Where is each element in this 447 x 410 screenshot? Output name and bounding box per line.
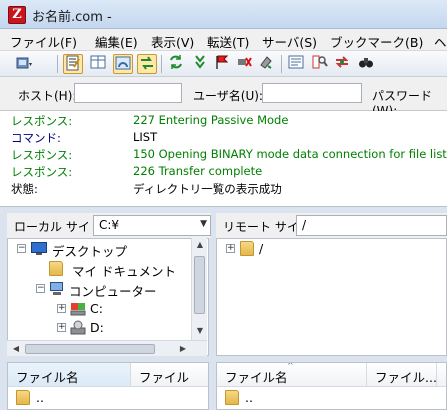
local-directory-tree[interactable]: − デスクトップ マイ ドキュメント − コンピューター + C: + D: <box>7 238 209 356</box>
column-header-filename[interactable]: ファイル名 <box>8 363 131 387</box>
scroll-thumb[interactable] <box>25 344 155 354</box>
toggle-transfer-queue-icon[interactable] <box>137 54 157 74</box>
folder-icon <box>240 241 254 256</box>
quickconnect-bar: ホスト(H): ユーザ名(U): パスワード(W): <box>0 77 447 118</box>
chevron-down-icon[interactable]: ▼ <box>200 219 207 229</box>
message-log[interactable]: レスポンス: 227 Entering Passive Mode コマンド: L… <box>0 111 447 207</box>
synchronized-browsing-icon[interactable] <box>332 54 352 74</box>
log-message: ディレクトリ一覧の表示成功 <box>133 182 282 196</box>
log-type: レスポンス: <box>11 165 73 179</box>
host-label: ホスト(H): <box>18 89 77 103</box>
reconnect-icon[interactable] <box>256 54 276 74</box>
host-input[interactable] <box>74 83 182 103</box>
drive-icon <box>70 301 86 316</box>
directory-listing-filters-icon[interactable] <box>286 54 306 74</box>
scroll-thumb[interactable] <box>194 256 205 314</box>
collapse-icon[interactable]: − <box>17 244 26 253</box>
scroll-right-icon[interactable]: ▶ <box>175 344 191 353</box>
filezilla-app-icon[interactable]: Z <box>8 6 26 24</box>
tree-label: D: <box>90 320 104 335</box>
computer-icon <box>49 281 65 296</box>
tree-label: デスクトップ <box>52 244 128 259</box>
scroll-down-icon[interactable]: ▼ <box>192 326 208 335</box>
menu-file[interactable]: ファイル(F) <box>10 32 77 51</box>
toggle-message-log-icon[interactable] <box>63 54 83 74</box>
menu-edit[interactable]: 編集(E) <box>95 32 138 51</box>
tree-node-drive-c[interactable]: + C: <box>57 300 177 318</box>
search-remote-files-icon[interactable] <box>356 54 376 74</box>
refresh-icon[interactable] <box>166 54 186 74</box>
site-manager-icon[interactable] <box>14 54 34 74</box>
column-header-filesize[interactable]: ファイル <box>131 363 208 387</box>
file-name: .. <box>36 390 44 405</box>
desktop-icon <box>31 241 47 256</box>
scroll-up-icon[interactable]: ▲ <box>192 240 208 249</box>
toolbar <box>0 51 447 77</box>
disconnect-icon[interactable] <box>234 54 254 74</box>
drive-icon <box>70 320 86 335</box>
column-header-filename[interactable]: ファイル名 ^ <box>217 363 367 387</box>
collapse-icon[interactable]: − <box>36 284 45 293</box>
log-type: コマンド: <box>11 131 61 145</box>
log-type: レスポンス: <box>11 148 73 162</box>
local-tree-horizontal-scrollbar[interactable]: ◀ ▶ <box>7 340 207 356</box>
toggle-local-tree-icon[interactable] <box>88 54 108 74</box>
column-header-filetype[interactable] <box>437 363 446 387</box>
folder-icon <box>16 390 30 405</box>
process-queue-icon[interactable] <box>190 54 210 74</box>
log-message: 150 Opening BINARY mode data connection … <box>133 147 447 161</box>
toggle-remote-tree-icon[interactable] <box>113 54 133 74</box>
expand-icon[interactable]: + <box>57 323 66 332</box>
tree-label: コンピューター <box>69 284 157 299</box>
menu-bar: ファイル(F) 編集(E) 表示(V) 転送(T) サーバ(S) ブックマーク(… <box>0 29 447 51</box>
local-site-bar: ローカル サイト: C:¥ ▼ <box>7 213 211 238</box>
cancel-operation-icon[interactable] <box>212 54 232 74</box>
directory-comparison-icon[interactable] <box>310 54 330 74</box>
sort-ascending-icon: ^ <box>287 363 294 370</box>
documents-folder-icon <box>49 261 63 276</box>
expand-icon[interactable]: + <box>226 244 235 253</box>
local-tree-vertical-scrollbar[interactable]: ▲ ▼ <box>191 238 207 340</box>
window-title: お名前.com - <box>32 10 112 25</box>
log-message: LIST <box>133 130 158 144</box>
log-type: 状態: <box>11 182 38 196</box>
username-input[interactable] <box>262 83 362 103</box>
local-file-list[interactable]: ファイル名 ファイル .. <box>7 362 209 410</box>
remote-site-bar: リモート サイト: / <box>216 213 447 238</box>
menu-transfer[interactable]: 転送(T) <box>207 32 249 51</box>
remote-path-input[interactable]: / <box>296 215 447 236</box>
local-path-combobox[interactable]: C:¥ ▼ <box>93 215 211 236</box>
menu-view[interactable]: 表示(V) <box>151 32 194 51</box>
scroll-left-icon[interactable]: ◀ <box>8 344 24 353</box>
tree-label: マイ ドキュメント <box>72 264 176 279</box>
tree-node-computer[interactable]: − コンピューター <box>36 280 196 299</box>
menu-server[interactable]: サーバ(S) <box>262 32 317 51</box>
username-label: ユーザ名(U): <box>193 89 263 103</box>
column-header-filesize[interactable]: ファイル... <box>367 363 437 387</box>
remote-path-value: / <box>302 218 307 232</box>
title-bar: Z お名前.com - <box>0 0 447 29</box>
log-type: レスポンス: <box>11 114 73 128</box>
tree-label: / <box>259 241 264 256</box>
remote-directory-tree[interactable]: + / <box>216 238 447 356</box>
tree-node-root[interactable]: + / <box>226 240 306 258</box>
remote-file-list[interactable]: ファイル名 ^ ファイル... .. <box>216 362 447 410</box>
tree-label: C: <box>90 301 103 316</box>
file-name: .. <box>245 390 253 405</box>
tree-node-my-documents[interactable]: マイ ドキュメント <box>38 260 198 279</box>
log-message: 226 Transfer complete <box>133 164 263 178</box>
menu-bookmarks[interactable]: ブックマーク(B) <box>330 32 423 51</box>
menu-help[interactable]: ヘ <box>434 32 447 51</box>
log-message: 227 Entering Passive Mode <box>133 113 289 127</box>
tree-node-desktop[interactable]: − デスクトップ <box>17 240 197 259</box>
expand-icon[interactable]: + <box>57 304 66 313</box>
local-path-value: C:¥ <box>99 218 120 232</box>
folder-icon <box>225 390 239 405</box>
tree-node-drive-d[interactable]: + D: <box>57 319 177 337</box>
